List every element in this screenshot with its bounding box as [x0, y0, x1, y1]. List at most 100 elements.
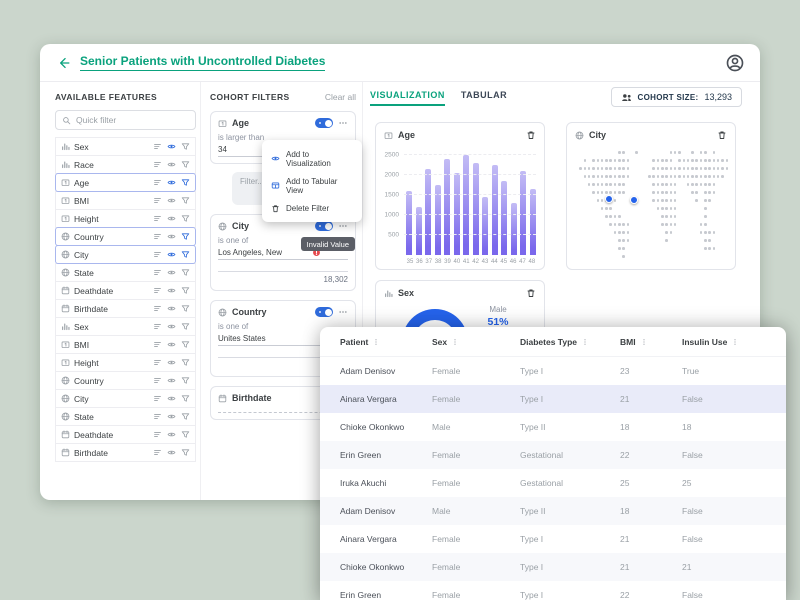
- eye-icon[interactable]: [167, 340, 176, 349]
- funnel-icon[interactable]: [181, 178, 190, 187]
- lines-icon[interactable]: [153, 322, 162, 331]
- feature-row-race[interactable]: Race: [55, 155, 196, 174]
- eye-icon[interactable]: [167, 178, 176, 187]
- eye-icon[interactable]: [167, 232, 176, 241]
- lines-icon[interactable]: [153, 304, 162, 313]
- menu-item-delete-filter[interactable]: Delete Filter: [262, 199, 362, 217]
- lines-icon[interactable]: [153, 142, 162, 151]
- dots-v-icon[interactable]: [451, 338, 459, 346]
- city-marker[interactable]: [604, 195, 613, 204]
- feature-row-deathdate[interactable]: Deathdate: [55, 281, 196, 300]
- eye-icon[interactable]: [167, 304, 176, 313]
- funnel-icon[interactable]: [181, 430, 190, 439]
- table-row[interactable]: Erin Green Female Gestational 22 False: [320, 441, 786, 469]
- lines-icon[interactable]: [153, 250, 162, 259]
- eye-icon[interactable]: [167, 448, 176, 457]
- feature-row-bmi[interactable]: BMI: [55, 335, 196, 354]
- lines-icon[interactable]: [153, 160, 162, 169]
- funnel-icon[interactable]: [181, 286, 190, 295]
- table-row[interactable]: Iruka Akuchi Female Gestational 25 25: [320, 469, 786, 497]
- city-marker[interactable]: [629, 196, 638, 205]
- filter-card-city[interactable]: Cityis one ofLos Angeles, New York, Mosc…: [210, 214, 356, 291]
- trash-icon[interactable]: [717, 130, 727, 140]
- feature-row-height[interactable]: Height: [55, 353, 196, 372]
- table-row[interactable]: Ainara Vergara Female Type I 21 False: [320, 385, 786, 413]
- dots-v-icon[interactable]: [731, 338, 739, 346]
- lines-icon[interactable]: [153, 178, 162, 187]
- lines-icon[interactable]: [153, 430, 162, 439]
- table-row[interactable]: Adam Denisov Male Type II 18 False: [320, 497, 786, 525]
- filter-toggle[interactable]: [315, 307, 333, 317]
- feature-row-country[interactable]: Country: [55, 227, 196, 246]
- column-header-diabetes-type[interactable]: Diabetes Type: [520, 337, 620, 347]
- feature-row-state[interactable]: State: [55, 407, 196, 426]
- filter-toggle[interactable]: [315, 221, 333, 231]
- funnel-icon[interactable]: [181, 448, 190, 457]
- user-avatar-icon[interactable]: [726, 54, 744, 72]
- funnel-icon[interactable]: [181, 358, 190, 367]
- trash-icon[interactable]: [526, 130, 536, 140]
- tab-visualization[interactable]: VISUALIZATION: [370, 90, 445, 106]
- eye-icon[interactable]: [167, 196, 176, 205]
- feature-row-sex[interactable]: Sex: [55, 317, 196, 336]
- eye-icon[interactable]: [167, 142, 176, 151]
- eye-icon[interactable]: [167, 322, 176, 331]
- dots-v-icon[interactable]: [372, 338, 380, 346]
- quick-filter-input[interactable]: [76, 115, 189, 125]
- lines-icon[interactable]: [153, 196, 162, 205]
- feature-row-age[interactable]: Age: [55, 173, 196, 192]
- quick-filter-search[interactable]: [55, 110, 196, 130]
- feature-row-country[interactable]: Country: [55, 371, 196, 390]
- eye-icon[interactable]: [167, 358, 176, 367]
- table-row[interactable]: Erin Green Female Type I 22 False: [320, 581, 786, 600]
- dots-h-icon[interactable]: [338, 307, 348, 317]
- eye-icon[interactable]: [167, 268, 176, 277]
- trash-icon[interactable]: [526, 288, 536, 298]
- lines-icon[interactable]: [153, 412, 162, 421]
- table-row[interactable]: Chioke Okonkwo Male Type II 18 18: [320, 413, 786, 441]
- lines-icon[interactable]: [153, 286, 162, 295]
- funnel-icon[interactable]: [181, 232, 190, 241]
- table-row[interactable]: Ainara Vergara Female Type I 21 False: [320, 525, 786, 553]
- funnel-icon[interactable]: [181, 250, 190, 259]
- lines-icon[interactable]: [153, 340, 162, 349]
- eye-icon[interactable]: [167, 214, 176, 223]
- eye-icon[interactable]: [167, 412, 176, 421]
- feature-row-height[interactable]: Height: [55, 209, 196, 228]
- lines-icon[interactable]: [153, 232, 162, 241]
- funnel-icon[interactable]: [181, 340, 190, 349]
- column-header-insulin-use[interactable]: Insulin Use: [682, 337, 786, 347]
- cohort-size-badge[interactable]: COHORT SIZE: 13,293: [610, 87, 742, 107]
- feature-row-city[interactable]: City: [55, 245, 196, 264]
- eye-icon[interactable]: [167, 160, 176, 169]
- funnel-icon[interactable]: [181, 412, 190, 421]
- funnel-icon[interactable]: [181, 304, 190, 313]
- lines-icon[interactable]: [153, 448, 162, 457]
- feature-row-city[interactable]: City: [55, 389, 196, 408]
- feature-row-birthdate[interactable]: Birthdate: [55, 299, 196, 318]
- funnel-icon[interactable]: [181, 268, 190, 277]
- funnel-icon[interactable]: [181, 394, 190, 403]
- feature-row-state[interactable]: State: [55, 263, 196, 282]
- eye-icon[interactable]: [167, 376, 176, 385]
- table-row[interactable]: Chioke Okonkwo Female Type I 21 21: [320, 553, 786, 581]
- eye-icon[interactable]: [167, 430, 176, 439]
- funnel-icon[interactable]: [181, 214, 190, 223]
- eye-icon[interactable]: [167, 250, 176, 259]
- funnel-icon[interactable]: [181, 376, 190, 385]
- eye-icon[interactable]: [167, 286, 176, 295]
- lines-icon[interactable]: [153, 214, 162, 223]
- clear-all-button[interactable]: Clear all: [325, 92, 356, 102]
- menu-item-add-to-tabular-view[interactable]: Add to Tabular View: [262, 172, 362, 199]
- filter-toggle[interactable]: [315, 118, 333, 128]
- dots-v-icon[interactable]: [581, 338, 589, 346]
- dots-v-icon[interactable]: [640, 338, 648, 346]
- tab-tabular[interactable]: TABULAR: [461, 90, 507, 104]
- column-header-patient[interactable]: Patient: [340, 337, 432, 347]
- column-header-bmi[interactable]: BMI: [620, 337, 682, 347]
- feature-row-birthdate[interactable]: Birthdate: [55, 443, 196, 462]
- back-button[interactable]: [56, 56, 70, 70]
- feature-row-bmi[interactable]: BMI: [55, 191, 196, 210]
- table-row[interactable]: Adam Denisov Female Type I 23 True: [320, 357, 786, 385]
- lines-icon[interactable]: [153, 394, 162, 403]
